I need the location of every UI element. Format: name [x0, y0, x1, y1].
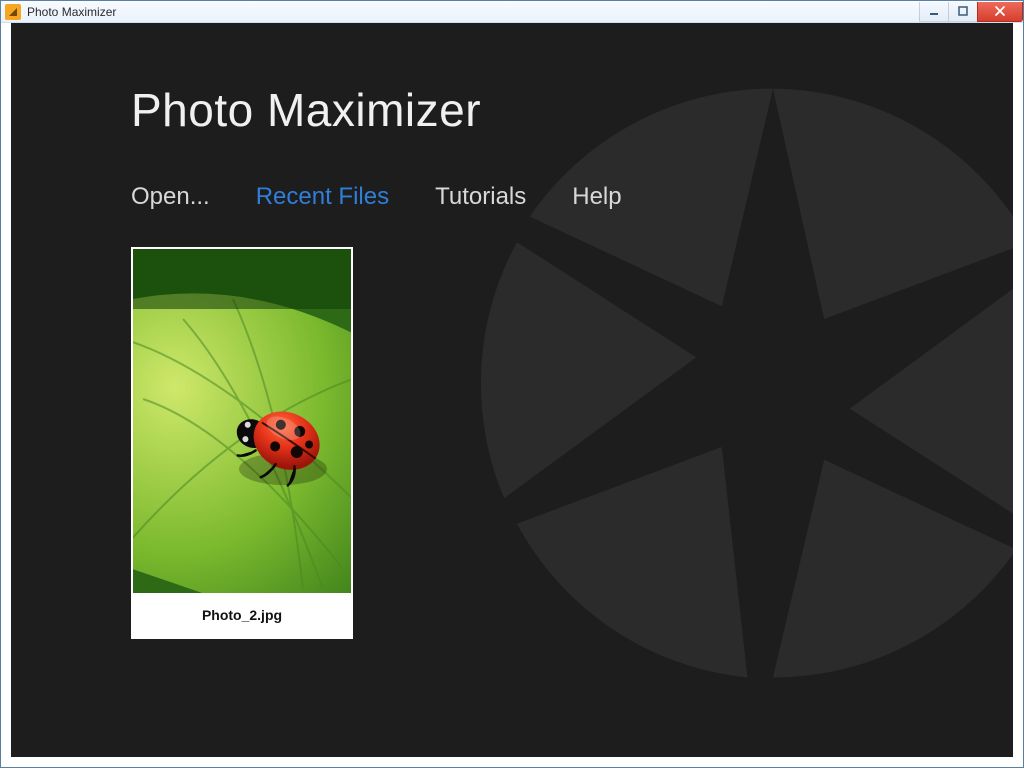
app-icon — [5, 4, 21, 20]
application-window: Photo Maximizer Ph — [0, 0, 1024, 768]
minimize-button[interactable] — [919, 2, 949, 22]
close-button[interactable] — [977, 2, 1023, 22]
window-title: Photo Maximizer — [27, 5, 116, 19]
nav-recent-files[interactable]: Recent Files — [256, 183, 389, 211]
app-body: Photo Maximizer Open... Recent Files Tut… — [11, 23, 1013, 757]
main-nav: Open... Recent Files Tutorials Help — [131, 183, 1013, 211]
recent-file-thumbnail[interactable]: Photo_2.jpg — [131, 247, 353, 639]
maximize-button[interactable] — [948, 2, 978, 22]
thumbnail-image — [133, 249, 351, 593]
app-title: Photo Maximizer — [131, 83, 1013, 137]
nav-tutorials[interactable]: Tutorials — [435, 183, 526, 211]
titlebar[interactable]: Photo Maximizer — [1, 1, 1023, 23]
nav-help[interactable]: Help — [572, 183, 621, 211]
recent-files-gallery: Photo_2.jpg — [131, 247, 1013, 639]
window-controls — [920, 2, 1023, 22]
thumbnail-filename: Photo_2.jpg — [133, 593, 351, 637]
nav-open[interactable]: Open... — [131, 183, 210, 211]
